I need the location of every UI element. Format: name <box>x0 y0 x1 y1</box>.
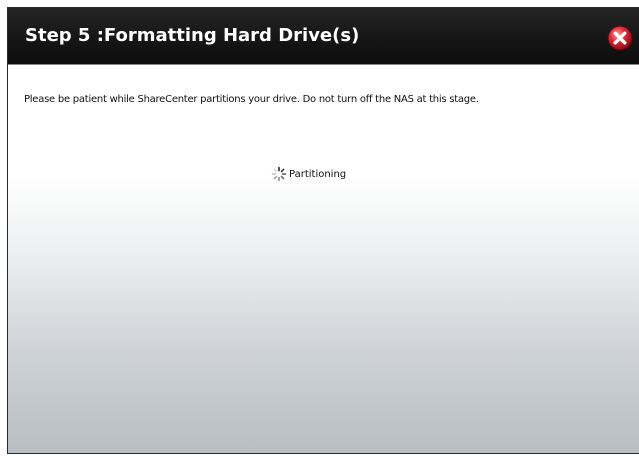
close-icon <box>607 25 633 51</box>
close-button[interactable] <box>607 25 633 51</box>
status-label: Partitioning <box>289 168 347 180</box>
wizard-dialog: Step 5 :Formatting Hard Drive(s) Please … <box>7 7 639 454</box>
dialog-title: Step 5 :Formatting Hard Drive(s) <box>25 25 360 46</box>
dialog-titlebar: Step 5 :Formatting Hard Drive(s) <box>8 7 639 65</box>
instruction-text: Please be patient while ShareCenter part… <box>24 94 479 105</box>
loading-spinner-icon <box>271 166 287 182</box>
progress-status: Partitioning <box>271 165 346 183</box>
